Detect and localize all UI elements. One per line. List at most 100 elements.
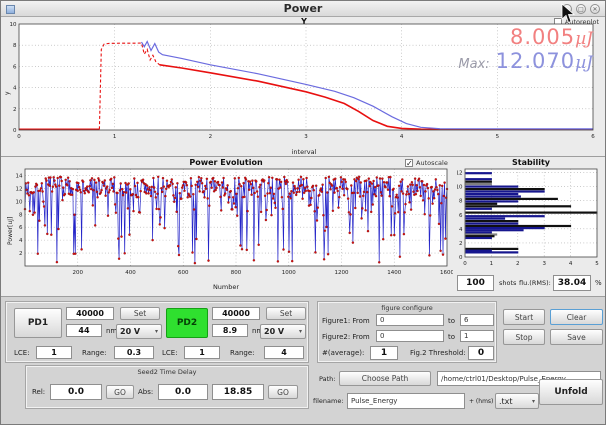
max-energy-unit: µJ bbox=[575, 53, 593, 73]
seed2-delay-group: Seed2 Time Delay Rel: GO Abs: GO bbox=[25, 365, 309, 409]
current-energy-value: 8.005 bbox=[510, 25, 575, 49]
svg-text:6: 6 bbox=[459, 213, 463, 219]
autoscale-checkbox-label: Autoscale bbox=[416, 159, 448, 167]
maximize-icon[interactable]: □ bbox=[576, 4, 586, 14]
extension-select[interactable]: .txt▾ bbox=[495, 393, 539, 409]
pd2-range-label: Range: bbox=[230, 349, 255, 357]
svg-text:8: 8 bbox=[13, 43, 17, 49]
figure2-from-label: Figure2: From bbox=[322, 333, 370, 341]
average-label: #(average): bbox=[322, 349, 364, 357]
svg-text:2: 2 bbox=[19, 251, 23, 257]
abs-current-input[interactable] bbox=[212, 384, 264, 400]
stability-plot: 012345024681012 bbox=[457, 167, 605, 275]
figure1-to-input[interactable] bbox=[460, 314, 494, 326]
svg-text:0: 0 bbox=[463, 261, 467, 267]
max-energy-label: Max: bbox=[458, 57, 489, 72]
svg-text:1: 1 bbox=[490, 261, 494, 267]
close-icon[interactable]: ✕ bbox=[590, 4, 600, 14]
pd1-voltage-select[interactable]: 20 V▾ bbox=[116, 324, 162, 339]
figure1-from-input[interactable] bbox=[376, 314, 444, 326]
save-button[interactable]: Save bbox=[550, 329, 603, 345]
current-energy-unit: µJ bbox=[575, 29, 593, 49]
filename-label: filename: bbox=[313, 397, 344, 405]
svg-text:2: 2 bbox=[516, 261, 520, 267]
figure1-panel: Y Autoreplot y 01234560246810 interval 8… bbox=[1, 17, 606, 157]
svg-text:8: 8 bbox=[459, 199, 463, 205]
unfold-button[interactable]: Unfold bbox=[539, 379, 603, 405]
seed2-delay-title: Seed2 Time Delay bbox=[26, 368, 308, 376]
window-title: Power bbox=[1, 2, 605, 15]
svg-text:12: 12 bbox=[16, 186, 23, 192]
svg-text:2: 2 bbox=[13, 107, 17, 113]
pd2-lce-input[interactable] bbox=[184, 346, 220, 359]
svg-text:12: 12 bbox=[457, 171, 463, 177]
pd2-voltage-select[interactable]: 20 V▾ bbox=[260, 324, 306, 339]
fig2-threshold-input[interactable] bbox=[468, 346, 494, 360]
clear-button[interactable]: Clear bbox=[550, 309, 603, 325]
figure1-xlabel: interval bbox=[1, 148, 606, 156]
svg-text:14: 14 bbox=[16, 173, 23, 179]
svg-text:3: 3 bbox=[542, 261, 546, 267]
max-energy-value: 12.070 bbox=[496, 49, 575, 73]
svg-text:6: 6 bbox=[13, 64, 17, 70]
pd1-lce-input[interactable] bbox=[36, 346, 72, 359]
pd1-set-button[interactable]: Set bbox=[120, 307, 160, 320]
stop-button[interactable]: Stop bbox=[503, 329, 545, 345]
pd2-button[interactable]: PD2 bbox=[166, 308, 208, 338]
svg-text:1000: 1000 bbox=[282, 270, 296, 276]
svg-text:8: 8 bbox=[19, 212, 23, 218]
fig2-threshold-label: Fig.2 Threshold: bbox=[410, 349, 466, 357]
autoscale-checkbox[interactable]: ✓ Autoscale bbox=[405, 159, 448, 167]
rel-input[interactable] bbox=[50, 384, 102, 400]
svg-text:10: 10 bbox=[10, 22, 17, 28]
pd1-counts-input[interactable] bbox=[66, 307, 114, 320]
shots-label: shots bbox=[499, 279, 516, 287]
svg-text:400: 400 bbox=[125, 270, 136, 276]
pd1-lce-label: LCE: bbox=[14, 349, 30, 357]
start-button[interactable]: Start bbox=[503, 309, 545, 325]
pd1-nm-input[interactable] bbox=[66, 324, 102, 337]
pd1-button[interactable]: PD1 bbox=[14, 308, 62, 338]
rms-input[interactable] bbox=[553, 275, 591, 291]
abs-go-button[interactable]: GO bbox=[268, 385, 298, 399]
extension-value: .txt bbox=[499, 397, 513, 406]
rel-go-button[interactable]: GO bbox=[106, 385, 134, 399]
path-label: Path: bbox=[319, 375, 335, 383]
figure2-from-input[interactable] bbox=[376, 330, 444, 342]
average-input[interactable] bbox=[370, 346, 398, 360]
rms-label: flu.(RMS): bbox=[519, 279, 551, 287]
minimize-icon[interactable]: – bbox=[562, 4, 572, 14]
pd1-voltage-value: 20 V bbox=[120, 327, 140, 336]
power-window: Power – □ ✕ Y Autoreplot y 0123456024681… bbox=[0, 0, 606, 425]
choose-path-button[interactable]: Choose Path bbox=[339, 371, 431, 386]
svg-text:1400: 1400 bbox=[387, 270, 401, 276]
figure1-to-label: to bbox=[448, 317, 455, 325]
svg-text:200: 200 bbox=[73, 270, 84, 276]
pd-group: PD1 Set nm 20 V▾ PD2 Set nm 20 V▾ LCE: R… bbox=[5, 301, 309, 363]
title-bar[interactable]: Power – □ ✕ bbox=[1, 1, 605, 17]
svg-text:5: 5 bbox=[595, 261, 599, 267]
abs-input[interactable] bbox=[158, 384, 208, 400]
svg-text:4: 4 bbox=[569, 261, 573, 267]
figure1-from-label: Figure1: From bbox=[322, 317, 370, 325]
rel-label: Rel: bbox=[32, 388, 45, 396]
figure2-to-input[interactable] bbox=[460, 330, 494, 342]
pd1-range-label: Range: bbox=[82, 349, 107, 357]
figure2-xlabel: Number bbox=[1, 283, 451, 291]
pd2-set-button[interactable]: Set bbox=[266, 307, 306, 320]
svg-text:1: 1 bbox=[113, 134, 117, 140]
autoscale-checkbox-box[interactable]: ✓ bbox=[405, 159, 413, 167]
abs-label: Abs: bbox=[138, 388, 153, 396]
filename-input[interactable] bbox=[347, 393, 465, 409]
shots-input[interactable] bbox=[457, 275, 494, 291]
pd2-range-input[interactable] bbox=[264, 346, 304, 359]
svg-text:0: 0 bbox=[459, 255, 463, 261]
svg-text:5: 5 bbox=[496, 134, 500, 140]
figure2-title: Power Evolution bbox=[1, 158, 451, 167]
pd1-range-input[interactable] bbox=[114, 346, 154, 359]
pd2-nm-input[interactable] bbox=[212, 324, 248, 337]
svg-text:2: 2 bbox=[459, 241, 463, 247]
pd2-counts-input[interactable] bbox=[212, 307, 260, 320]
svg-text:10: 10 bbox=[457, 185, 463, 191]
svg-text:2: 2 bbox=[209, 134, 213, 140]
